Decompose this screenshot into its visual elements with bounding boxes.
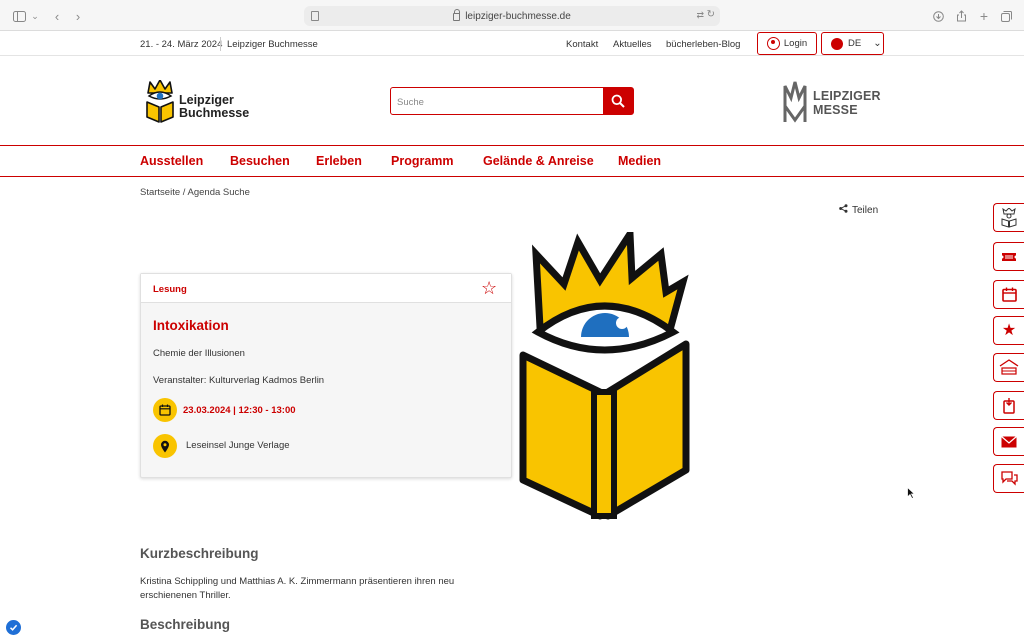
side-link-newsletter[interactable] (993, 427, 1024, 456)
translate-icon[interactable]: ⇄ (696, 10, 704, 21)
buchmesse-illustration (518, 222, 693, 527)
hotel-bed-icon (999, 359, 1019, 375)
leipziger-messe-logo[interactable] (783, 80, 807, 129)
search-form: Suche (390, 87, 634, 115)
nav-item-programm[interactable]: Programm (391, 154, 454, 168)
download-icon[interactable] (932, 8, 944, 24)
calendar-icon (153, 398, 177, 422)
partner-line-2: MESSE (813, 103, 858, 117)
description-heading: Beschreibung (140, 617, 231, 632)
sidebar-toggle-icon[interactable] (12, 8, 26, 24)
side-link-tickets[interactable] (993, 242, 1024, 271)
globe-icon (831, 37, 843, 50)
star-icon: ★ (1001, 321, 1017, 339)
user-icon (766, 37, 780, 50)
nav-item-gelaende-anreise[interactable]: Gelände & Anreise (483, 154, 594, 168)
side-link-calendar[interactable] (993, 280, 1024, 309)
event-datetime: 23.03.2024 | 12:30 - 13:00 (183, 405, 296, 416)
search-button[interactable] (603, 88, 633, 114)
share-button[interactable]: Teilen (839, 204, 878, 216)
forward-icon[interactable]: › (73, 8, 83, 24)
short-description-text: Kristina Schippling und Matthias A. K. Z… (140, 576, 455, 601)
event-subtitle: Chemie der Illusionen (153, 348, 245, 359)
tabs-overview-icon[interactable] (1000, 8, 1012, 24)
logo-line-2: Buchmesse (179, 106, 250, 120)
event-card: Lesung ☆ Intoxikation Chemie der Illusio… (140, 273, 512, 478)
event-organizer: Veranstalter: Kulturverlag Kadmos Berlin (153, 375, 325, 386)
calendar-icon (1001, 287, 1017, 302)
side-link-reading[interactable] (993, 203, 1024, 232)
search-icon (611, 94, 625, 108)
reader-icon[interactable] (311, 11, 319, 21)
main-navigation: Ausstellen Besuchen Erleben Programm Gel… (0, 145, 1024, 177)
tab-overview-chevron-icon[interactable]: ⌄ (30, 8, 40, 24)
partner-line-1: LEIPZIGER (813, 89, 881, 103)
side-link-favorites[interactable]: ★ (993, 316, 1024, 345)
address-bar[interactable]: leipziger-buchmesse.de ⇄ ↻ (304, 6, 720, 26)
nav-item-erleben[interactable]: Erleben (316, 154, 362, 168)
event-category: Lesung (153, 284, 187, 295)
url-text: leipziger-buchmesse.de (465, 10, 571, 22)
cookie-consent-icon[interactable] (6, 620, 21, 635)
leipziger-messe-logo-text[interactable]: LEIPZIGER MESSE (813, 89, 881, 117)
link-kontakt[interactable]: Kontakt (566, 39, 598, 50)
buchmesse-logo-text[interactable]: Leipziger Buchmesse (179, 94, 249, 120)
link-aktuelles[interactable]: Aktuelles (613, 39, 652, 50)
favorite-star-icon[interactable]: ☆ (481, 278, 497, 298)
nav-item-medien[interactable]: Medien (618, 154, 661, 168)
language-label: DE (848, 38, 862, 49)
back-icon[interactable]: ‹ (52, 8, 62, 24)
login-button[interactable]: Login (757, 32, 817, 55)
search-input[interactable]: Suche (391, 88, 603, 114)
download-app-icon (1003, 398, 1015, 414)
event-title: Intoxikation (153, 318, 229, 333)
ticket-icon (1002, 252, 1016, 261)
breadcrumb[interactable]: Startseite / Agenda Suche (140, 187, 250, 198)
chevron-down-icon: ⌄ (873, 38, 882, 49)
nav-item-ausstellen[interactable]: Ausstellen (140, 154, 203, 168)
new-tab-icon[interactable]: + (978, 8, 990, 24)
share-sheet-icon[interactable] (955, 8, 967, 24)
event-name: Leipziger Buchmesse (227, 39, 318, 50)
lock-icon (453, 9, 461, 21)
mail-icon (1001, 435, 1017, 447)
login-label: Login (783, 38, 808, 49)
chat-icon (1000, 471, 1018, 486)
browser-toolbar: ⌄ ‹ › leipziger-buchmesse.de ⇄ ↻ + (0, 0, 1024, 31)
side-link-app[interactable] (993, 391, 1024, 420)
side-link-hotel[interactable] (993, 353, 1024, 382)
share-label: Teilen (852, 204, 879, 216)
event-card-header: Lesung ☆ (141, 274, 511, 303)
location-pin-icon (153, 434, 177, 458)
short-description-heading: Kurzbeschreibung (140, 546, 259, 561)
nav-item-besuchen[interactable]: Besuchen (230, 154, 290, 168)
share-icon (839, 204, 848, 216)
event-location[interactable]: Leseinsel Junge Verlage (186, 440, 290, 451)
divider (220, 37, 221, 51)
mouse-cursor-icon (907, 486, 916, 504)
side-link-chat[interactable] (993, 464, 1024, 493)
language-select[interactable]: DE ⌄ (821, 32, 884, 55)
event-dates: 21. - 24. März 2024 (140, 39, 223, 50)
reload-icon[interactable]: ↻ (707, 9, 715, 20)
book-reader-icon (1001, 207, 1017, 228)
buchmesse-logo[interactable] (146, 79, 174, 129)
link-buecherleben-blog[interactable]: bücherleben-Blog (666, 39, 740, 50)
